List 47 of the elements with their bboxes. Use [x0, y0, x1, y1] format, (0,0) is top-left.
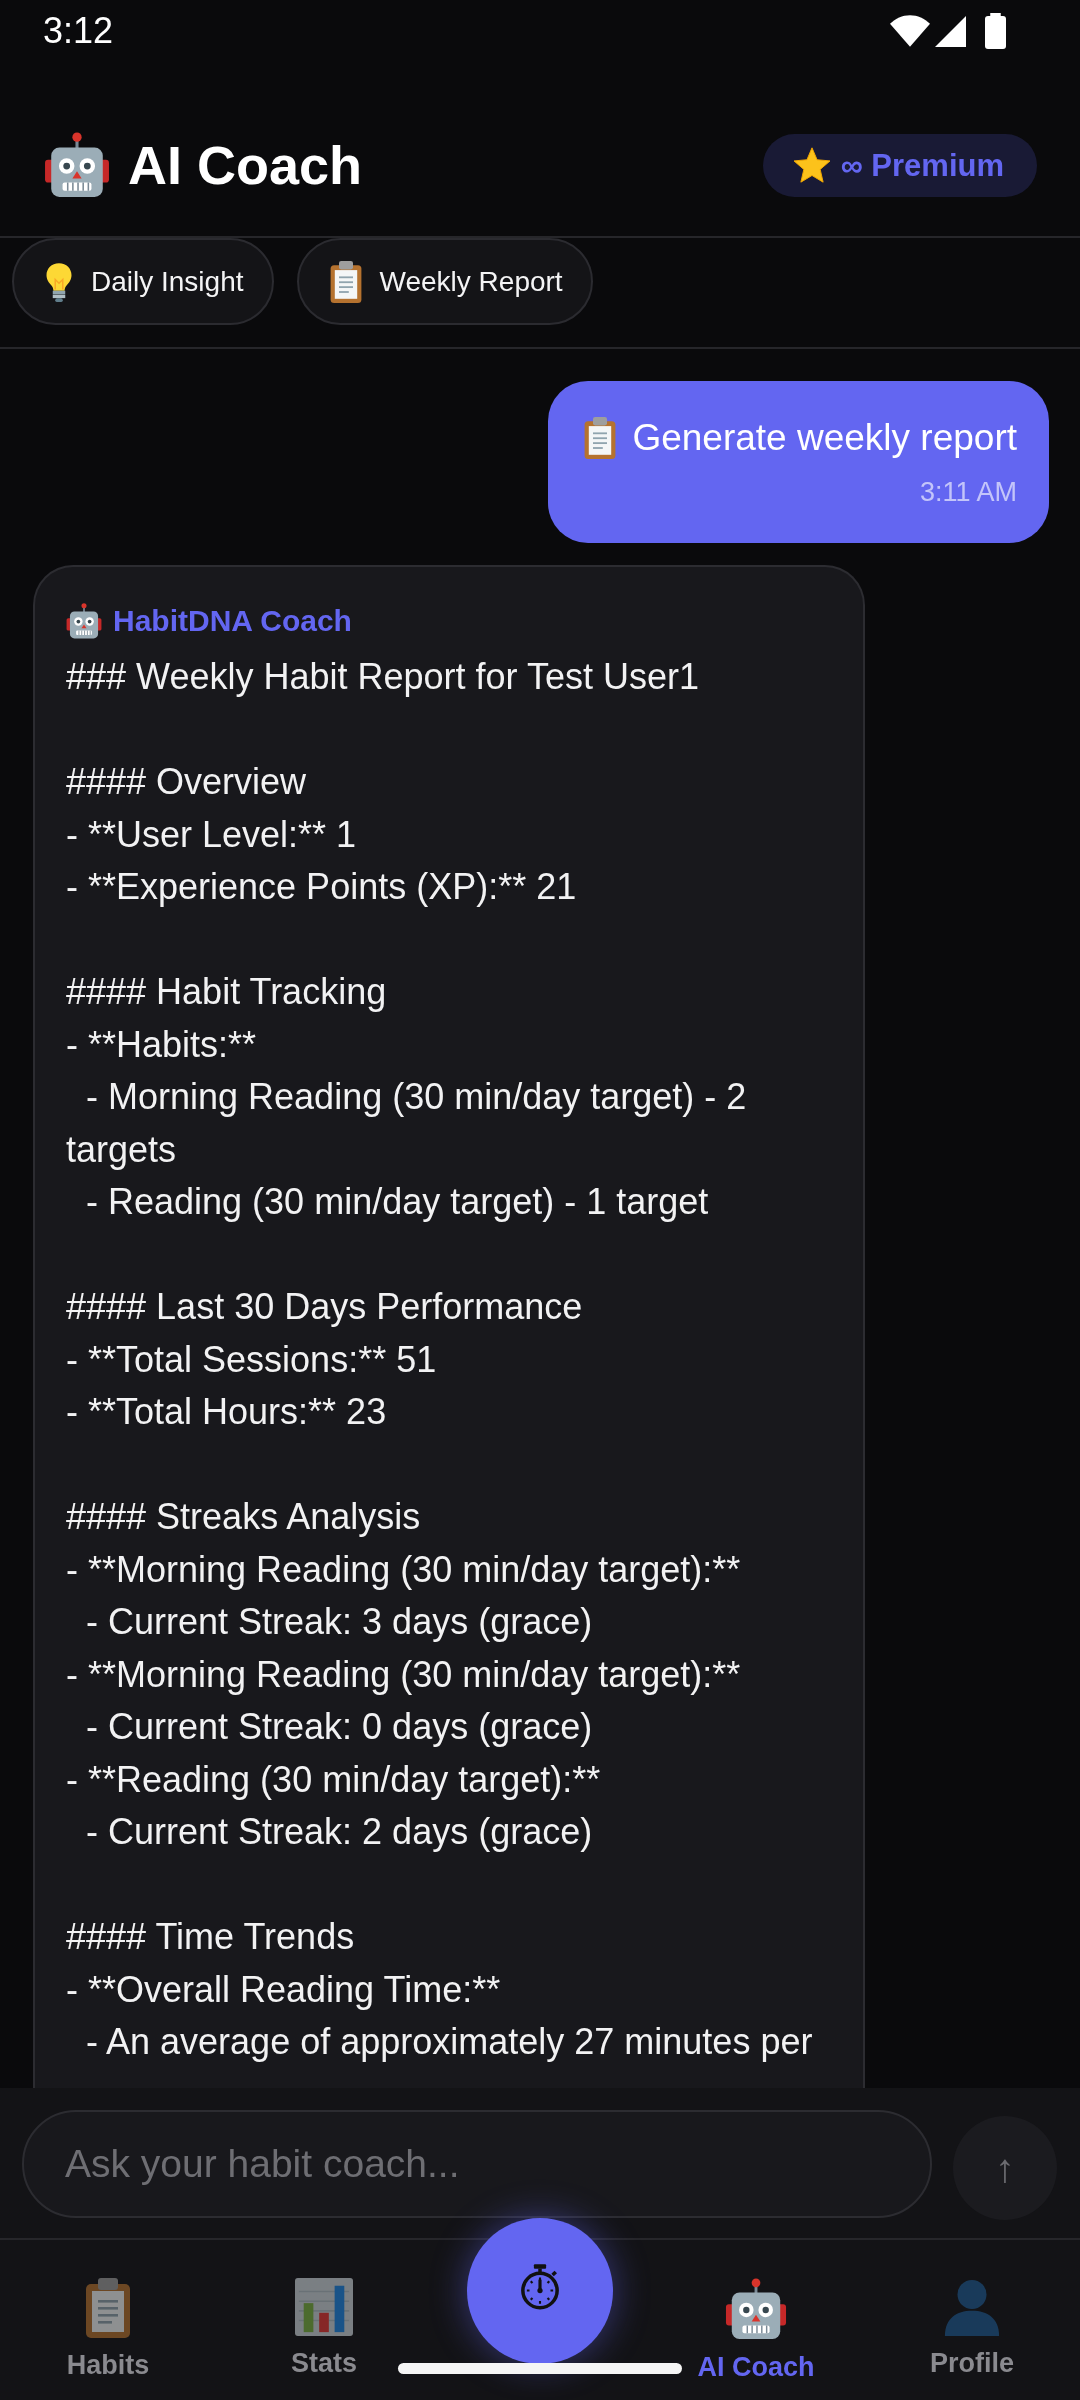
message-line: #### Overview — [66, 760, 308, 804]
message-line: - **Overall Reading Time:** — [66, 1967, 502, 2012]
message-line: - **Total Hours:** 23 — [66, 1390, 388, 1434]
message-line: #### Streaks Analysis — [66, 1495, 422, 1539]
message-line: - Morning Reading (30 min/day target) - 2 targets — [66, 1075, 748, 1172]
message-time: 3:11 AM — [919, 477, 1017, 507]
wifi-icon — [890, 15, 930, 47]
nav-tab[interactable]: Habits — [0, 2240, 216, 2400]
message-line: #### Last 30 Days Performance — [66, 1285, 584, 1329]
message-line: - **Habits:** — [66, 1022, 258, 1067]
signal-icon — [935, 15, 966, 47]
page-title: AI Coach — [128, 138, 363, 192]
robot-icon — [44, 132, 110, 198]
battery-icon — [985, 13, 1006, 49]
message-input[interactable]: Ask your habit coach... — [22, 2110, 932, 2218]
clipboard-icon — [84, 2278, 132, 2338]
timer-button[interactable] — [467, 2218, 613, 2364]
robot-icon — [66, 603, 102, 639]
message-line: - **Total Sessions:** 51 — [66, 1337, 438, 1382]
message-line: - **Morning Reading (30 min/day target):** — [66, 1652, 742, 1697]
nav-tab[interactable]: Profile — [864, 2240, 1080, 2400]
message-line: - Current Streak: 2 days (grace) — [85, 1810, 594, 1854]
stopwatch-icon — [519, 2264, 561, 2310]
message-line: #### Time Trends — [66, 1915, 356, 1959]
lightbulb-icon — [44, 261, 74, 302]
nav-tab[interactable]: Stats — [216, 2240, 432, 2400]
message-line: ### Weekly Habit Report for Test User1 — [66, 655, 700, 699]
message-line: #### Habit Tracking — [66, 970, 388, 1014]
message-line: - **Reading (30 min/day target):** — [66, 1757, 602, 1802]
status-time: 3:12 — [43, 13, 114, 49]
message-line: - **Experience Points (XP):** 21 — [66, 865, 578, 909]
message-line: - Current Streak: 0 days (grace) — [85, 1705, 594, 1749]
premium-label: ∞ Premium — [840, 149, 1004, 181]
person-icon — [943, 2278, 1001, 2336]
quick-action-chip[interactable]: Daily Insight — [12, 238, 274, 325]
message-line: - **User Level:** 1 — [66, 812, 358, 857]
robot-icon — [725, 2278, 787, 2340]
message-line: - An average of approximately 27 minutes per — [85, 2020, 814, 2064]
quick-action-chip[interactable]: Weekly Report — [296, 238, 593, 325]
message-line: - Current Streak: 3 days (grace) — [85, 1600, 594, 1644]
message-text: Generate weekly report — [632, 416, 1017, 460]
message-line: - Reading (30 min/day target) - 1 target — [85, 1180, 710, 1224]
clipboard-icon — [328, 260, 363, 303]
star-icon — [793, 147, 830, 183]
message-line: - **Morning Reading (30 min/day target):** — [66, 1547, 742, 1592]
sender-name: HabitDNA Coach — [113, 606, 352, 636]
bar-chart-icon — [294, 2278, 354, 2336]
